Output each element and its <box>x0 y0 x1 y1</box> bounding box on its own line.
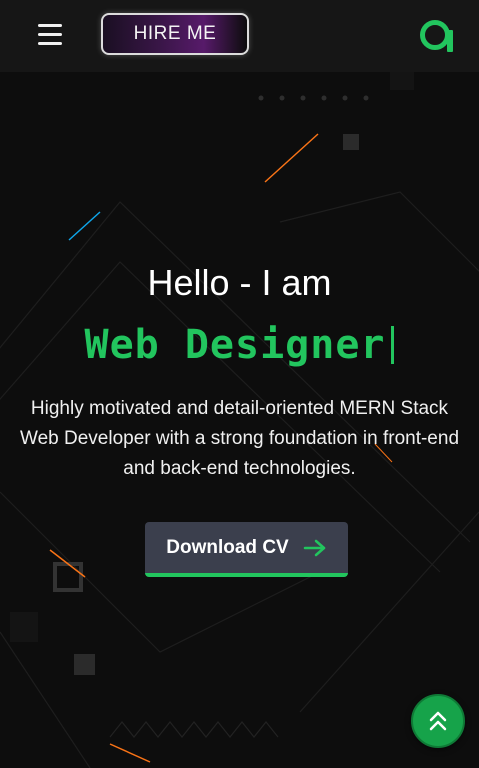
brand-logo-icon[interactable] <box>419 18 455 52</box>
scroll-to-top-button[interactable] <box>411 694 465 748</box>
hero-role-text: Web Designer <box>84 322 386 368</box>
top-bar: HIRE ME <box>0 0 479 72</box>
arrow-right-icon <box>303 539 325 556</box>
hire-me-button[interactable]: HIRE ME <box>101 13 249 55</box>
hero-role: Web Designer <box>0 322 479 368</box>
download-cv-button[interactable]: Download CV <box>145 522 348 577</box>
typing-caret <box>391 326 395 364</box>
download-cv-label: Download CV <box>166 536 289 558</box>
hamburger-icon[interactable] <box>38 24 62 46</box>
hero-greeting: Hello - I am <box>147 262 332 303</box>
double-chevron-up-icon <box>429 711 447 731</box>
hero-section: Hello - I am Web Designer Highly motivat… <box>0 0 479 768</box>
hero-description: Highly motivated and detail-oriented MER… <box>19 398 460 479</box>
